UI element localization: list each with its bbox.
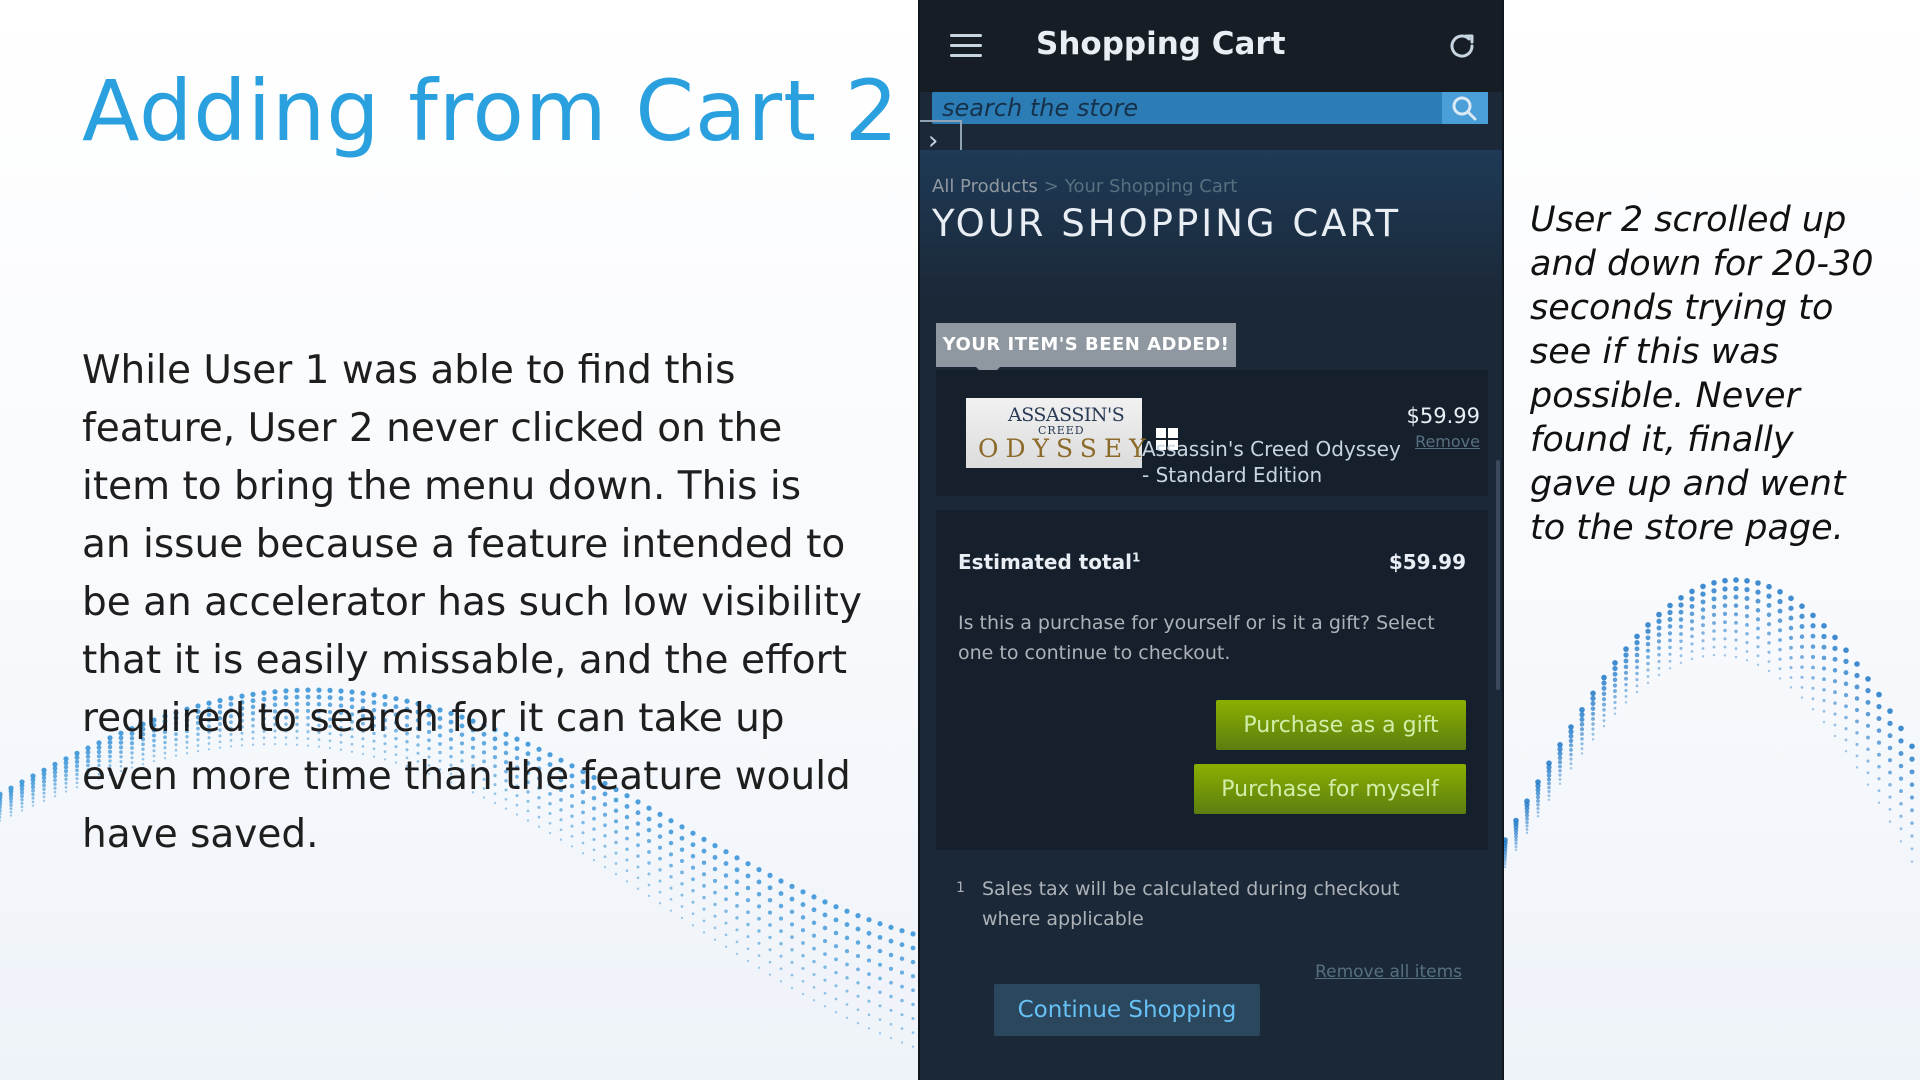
sales-tax-footnote: Sales tax will be calculated during chec…: [982, 878, 1400, 930]
estimated-total-label: Estimated total1: [958, 550, 1140, 574]
gift-question-text: Is this a purchase for yourself or is it…: [958, 612, 1435, 664]
phone-screenshot: Shopping Cart › All Products>Your Shoppi…: [920, 0, 1502, 1080]
remove-all-items-link[interactable]: Remove all items: [1315, 962, 1462, 982]
continue-shopping-button[interactable]: Continue Shopping: [994, 984, 1260, 1036]
purchase-as-gift-button[interactable]: Purchase as a gift: [1216, 700, 1466, 750]
game-thumbnail[interactable]: ASSASSIN'S CREED ODYSSEY: [966, 398, 1178, 468]
checkout-panel: Estimated total1 $59.99 Is this a purcha…: [936, 510, 1488, 850]
breadcrumb: All Products > Your Shopping Cart: [932, 176, 1237, 197]
cart-item-row[interactable]: ASSASSIN'S CREED ODYSSEY Assassin's Cree…: [936, 370, 1488, 496]
search-input[interactable]: [936, 92, 1418, 124]
item-price: $59.99: [1406, 404, 1480, 428]
item-name: Assassin's Creed Odyssey - Standard Edit…: [1142, 437, 1401, 487]
remove-item-link[interactable]: Remove: [1415, 432, 1480, 451]
hamburger-menu-icon[interactable]: [950, 34, 982, 58]
search-bar: [932, 92, 1488, 124]
slide-title: Adding from Cart 2: [82, 62, 900, 160]
thumb-logo-line3: ODYSSEY: [978, 434, 1153, 463]
item-added-badge: YOUR ITEM'S BEEN ADDED!: [936, 323, 1236, 379]
refresh-icon[interactable]: [1446, 30, 1478, 62]
purchase-for-myself-button[interactable]: Purchase for myself: [1194, 764, 1466, 814]
app-title: Shopping Cart: [1036, 26, 1286, 62]
page-title: YOUR SHOPPING CART: [932, 202, 1402, 245]
footnote-ref: 1: [1131, 550, 1141, 565]
thumb-logo-line1: ASSASSIN'S: [1008, 404, 1125, 426]
footnote-mark: 1: [956, 880, 965, 896]
search-button[interactable]: [1442, 92, 1488, 124]
breadcrumb-current: Your Shopping Cart: [1064, 176, 1238, 197]
slide-body-text: While User 1 was able to find this featu…: [82, 348, 862, 857]
scrollbar[interactable]: [1496, 460, 1500, 690]
handwritten-note: User 2 scrolled up and down for 20-30 se…: [1530, 200, 1874, 548]
estimated-total-text: Estimated total: [958, 550, 1132, 574]
breadcrumb-all-products[interactable]: All Products: [932, 176, 1038, 197]
magnifier-icon: [1452, 96, 1477, 121]
estimated-total-value: $59.99: [1388, 550, 1466, 574]
breadcrumb-separator: >: [1043, 176, 1059, 197]
app-bar: Shopping Cart: [920, 0, 1502, 92]
